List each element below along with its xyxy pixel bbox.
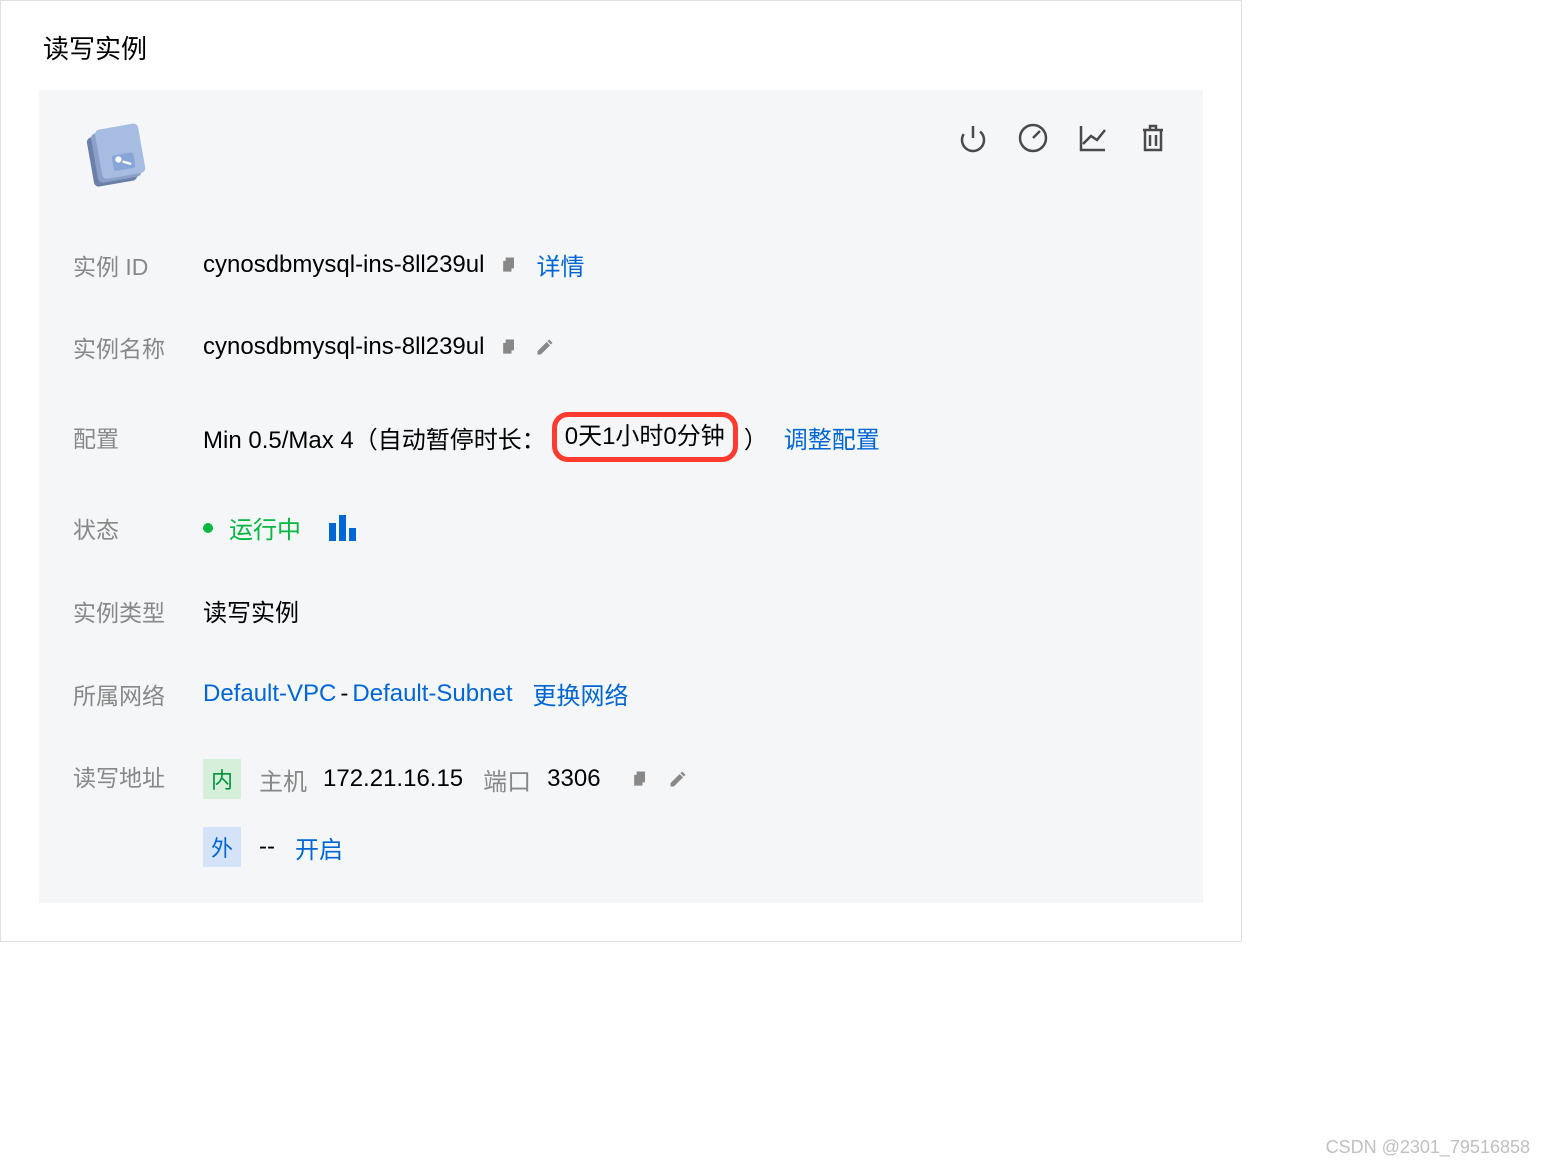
address-block: 内 主机 172.21.16.15 端口 3306 外 -- 开启	[203, 759, 689, 867]
enable-external-link[interactable]: 开启	[295, 830, 343, 865]
network-row: 所属网络 Default-VPC - Default-Subnet 更换网络	[73, 676, 1169, 711]
address-label: 读写地址	[73, 759, 203, 793]
config-label: 配置	[73, 420, 203, 454]
network-value: Default-VPC - Default-Subnet 更换网络	[203, 676, 629, 711]
watermark: CSDN @2301_79516858	[1326, 1137, 1530, 1158]
copy-icon[interactable]	[498, 336, 520, 358]
internal-badge: 内	[203, 759, 241, 799]
status-row: 状态 运行中	[73, 510, 1169, 545]
config-value: Min 0.5/Max 4（自动暂停时长：0天1小时0分钟） 调整配置	[203, 412, 880, 462]
status-dot-icon	[203, 523, 213, 533]
instance-name-row: 实例名称 cynosdbmysql-ins-8ll239ul	[73, 330, 1169, 364]
config-highlight: 0天1小时0分钟	[552, 412, 738, 462]
external-address-line: 外 -- 开启	[203, 827, 689, 867]
network-label: 所属网络	[73, 677, 203, 711]
instance-card: 实例 ID cynosdbmysql-ins-8ll239ul 详情 实例名称 …	[39, 90, 1203, 903]
subnet-link[interactable]: Default-Subnet	[352, 680, 512, 708]
instance-type-row: 实例类型 读写实例	[73, 593, 1169, 628]
instance-id-label: 实例 ID	[73, 248, 203, 282]
server-icon	[73, 120, 151, 205]
config-row: 配置 Min 0.5/Max 4（自动暂停时长：0天1小时0分钟） 调整配置	[73, 412, 1169, 462]
action-bar	[957, 120, 1169, 154]
port-value: 3306	[547, 765, 600, 793]
vpc-link[interactable]: Default-VPC	[203, 680, 336, 708]
adjust-config-link[interactable]: 调整配置	[784, 420, 880, 455]
instance-id-value: cynosdbmysql-ins-8ll239ul 详情	[203, 247, 584, 282]
status-label: 状态	[73, 511, 203, 545]
edit-icon[interactable]	[667, 768, 689, 790]
copy-icon[interactable]	[498, 254, 520, 276]
instance-id-row: 实例 ID cynosdbmysql-ins-8ll239ul 详情	[73, 247, 1169, 282]
status-value: 运行中	[203, 510, 356, 545]
copy-icon[interactable]	[629, 768, 651, 790]
trash-icon[interactable]	[1137, 122, 1169, 154]
panel-title: 读写实例	[1, 29, 1241, 90]
status-text: 运行中	[229, 510, 301, 545]
address-row: 读写地址 内 主机 172.21.16.15 端口 3306 外	[73, 759, 1169, 867]
instance-name-value: cynosdbmysql-ins-8ll239ul	[203, 333, 556, 361]
host-label: 主机	[259, 762, 307, 797]
external-badge: 外	[203, 827, 241, 867]
change-network-link[interactable]: 更换网络	[533, 676, 629, 711]
card-header	[73, 120, 1169, 205]
internal-address-line: 内 主机 172.21.16.15 端口 3306	[203, 759, 689, 799]
edit-icon[interactable]	[534, 336, 556, 358]
dash: -	[340, 680, 348, 708]
external-value: --	[259, 833, 275, 861]
config-prefix: Min 0.5/Max 4（自动暂停时长：	[203, 420, 546, 455]
speed-icon[interactable]	[1017, 122, 1049, 154]
instance-type-value: 读写实例	[203, 593, 299, 628]
config-suffix: ）	[744, 420, 768, 455]
monitoring-icon[interactable]	[329, 515, 356, 541]
instance-panel: 读写实例	[0, 0, 1242, 942]
instance-name-label: 实例名称	[73, 330, 203, 364]
instance-id-text: cynosdbmysql-ins-8ll239ul	[203, 251, 484, 279]
port-label: 端口	[483, 762, 531, 797]
power-icon[interactable]	[957, 122, 989, 154]
instance-type-label: 实例类型	[73, 594, 203, 628]
chart-icon[interactable]	[1077, 122, 1109, 154]
host-value: 172.21.16.15	[323, 765, 463, 793]
details-link[interactable]: 详情	[536, 247, 584, 282]
instance-type-text: 读写实例	[203, 593, 299, 628]
instance-name-text: cynosdbmysql-ins-8ll239ul	[203, 333, 484, 361]
